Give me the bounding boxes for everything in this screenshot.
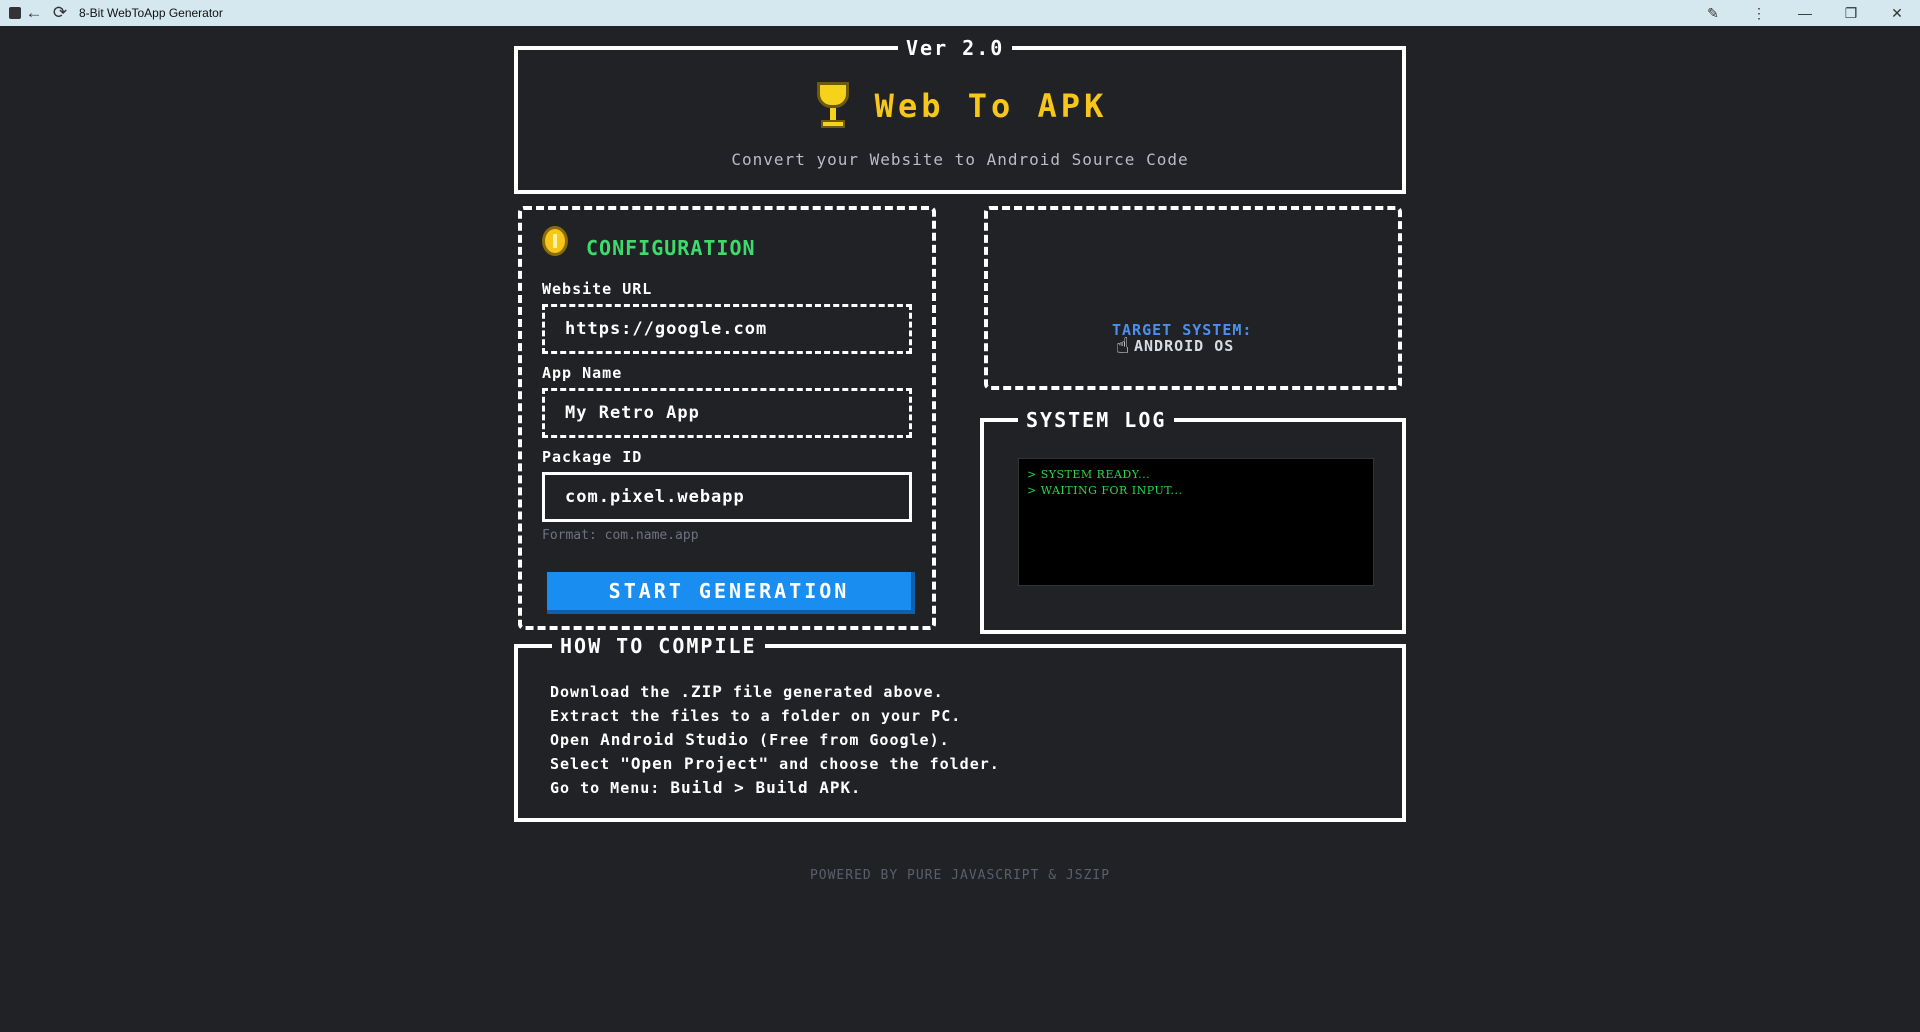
start-generation-button[interactable]: START GENERATION [547,572,915,614]
app-name-label: App Name [542,364,623,382]
extension-icon[interactable]: ✎ [1690,0,1736,26]
system-log-panel: SYSTEM LOG > SYSTEM READY... > WAITING F… [980,408,1406,634]
compile-step: Download the .ZIP file generated above. [550,682,944,701]
target-os-value: ANDROID OS [1134,337,1235,355]
log-line: > WAITING FOR INPUT... [1027,484,1183,497]
compile-step: Extract the files to a folder on your PC… [550,707,962,725]
reload-icon[interactable]: ⟳ [47,0,73,26]
coin-icon [542,226,568,256]
system-log-title: SYSTEM LOG [1018,408,1175,432]
page-title: Web To APK [874,87,1108,125]
log-console: > SYSTEM READY... > WAITING FOR INPUT... [1018,458,1374,586]
app-icon [9,7,21,19]
back-arrow-icon[interactable]: ← [21,0,47,26]
configuration-panel: CONFIGURATION Website URL App Name Packa… [518,206,936,630]
minimize-icon[interactable]: — [1782,0,1828,26]
url-label: Website URL [542,280,653,298]
package-id-label: Package ID [542,448,643,466]
package-id-hint: Format: com.name.app [542,528,699,543]
browser-titlebar: ← ⟳ 8-Bit WebToApp Generator ✎ ⋮ — ❐ ✕ [0,0,1920,26]
target-system-panel: TARGET SYSTEM: ANDROID OS ☝ [984,206,1402,390]
trophy-icon [813,82,853,130]
window-title: 8-Bit WebToApp Generator [79,6,223,20]
website-url-input[interactable] [542,304,912,354]
close-icon[interactable]: ✕ [1874,0,1920,26]
compile-step: Select "Open Project" and choose the fol… [550,754,1000,773]
target-system-label: TARGET SYSTEM: [1112,321,1253,339]
compile-step: Go to Menu: Build > Build APK. [550,778,862,797]
restore-icon[interactable]: ❐ [1828,0,1874,26]
compile-steps: Download the .ZIP file generated above. … [550,680,1000,800]
how-to-compile-title: HOW TO COMPILE [552,634,765,658]
footer-text: POWERED BY PURE JAVASCRIPT & JSZIP [809,868,1111,883]
version-label: Ver 2.0 [898,36,1013,60]
package-id-input[interactable] [542,472,912,522]
how-to-compile-panel: HOW TO COMPILE Download the .ZIP file ge… [514,634,1406,822]
more-menu-icon[interactable]: ⋮ [1736,0,1782,26]
hand-cursor-icon: ☝ [1116,334,1130,359]
app-name-input[interactable] [542,388,912,438]
page-subtitle: Convert your Website to Android Source C… [731,150,1189,169]
compile-step: Open Android Studio (Free from Google). [550,730,950,749]
configuration-title: CONFIGURATION [586,236,756,260]
header-panel: Ver 2.0 Web To APK Convert your Website … [514,36,1406,194]
log-line: > SYSTEM READY... [1027,468,1151,481]
